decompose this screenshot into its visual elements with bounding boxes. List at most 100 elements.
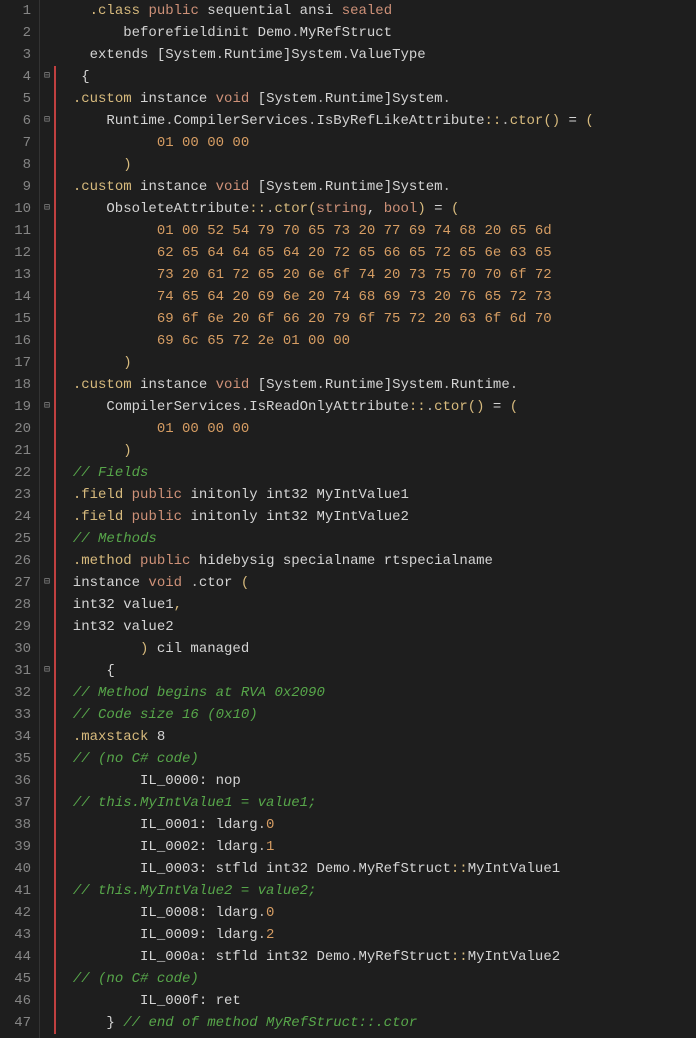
code-line[interactable]: extends [System.Runtime]System.ValueType xyxy=(56,44,696,66)
code-editor[interactable]: .class public sequential ansi sealed bef… xyxy=(54,0,696,1038)
line-number: 3 xyxy=(8,44,31,66)
fold-gutter: ⊟ ⊟ ⊟ ⊟ ⊟ ⊟ xyxy=(40,0,54,1038)
fold-marker xyxy=(40,968,54,990)
code-line[interactable]: // (no C# code) xyxy=(54,968,696,990)
code-line[interactable]: 01 00 00 00 xyxy=(54,418,696,440)
line-number: 19 xyxy=(8,396,31,418)
code-line[interactable]: IL_0002: ldarg.1 xyxy=(54,836,696,858)
fold-marker xyxy=(40,0,54,22)
fold-marker xyxy=(40,132,54,154)
code-line[interactable]: ) cil managed xyxy=(54,638,696,660)
code-line[interactable]: 01 00 52 54 79 70 65 73 20 77 69 74 68 2… xyxy=(54,220,696,242)
line-number: 46 xyxy=(8,990,31,1012)
fold-marker xyxy=(40,946,54,968)
code-line[interactable]: Runtime.CompilerServices.IsByRefLikeAttr… xyxy=(54,110,696,132)
line-number: 33 xyxy=(8,704,31,726)
line-number: 6 xyxy=(8,110,31,132)
line-number: 24 xyxy=(8,506,31,528)
code-line[interactable]: 73 20 61 72 65 20 6e 6f 74 20 73 75 70 7… xyxy=(54,264,696,286)
line-number: 44 xyxy=(8,946,31,968)
code-line[interactable]: .custom instance void [System.Runtime]Sy… xyxy=(54,176,696,198)
code-line[interactable]: .method public hidebysig specialname rts… xyxy=(54,550,696,572)
fold-marker xyxy=(40,220,54,242)
code-line[interactable]: int32 value1, xyxy=(54,594,696,616)
code-line[interactable]: .maxstack 8 xyxy=(54,726,696,748)
code-line[interactable]: // Code size 16 (0x10) xyxy=(54,704,696,726)
line-number: 37 xyxy=(8,792,31,814)
code-line[interactable]: // Methods xyxy=(54,528,696,550)
code-line[interactable]: ) xyxy=(54,352,696,374)
code-line[interactable]: // (no C# code) xyxy=(54,748,696,770)
code-line[interactable]: 69 6c 65 72 2e 01 00 00 xyxy=(54,330,696,352)
fold-marker xyxy=(40,902,54,924)
line-number: 28 xyxy=(8,594,31,616)
code-line[interactable]: ) xyxy=(54,440,696,462)
code-line[interactable]: IL_0001: ldarg.0 xyxy=(54,814,696,836)
line-number: 45 xyxy=(8,968,31,990)
code-line[interactable]: IL_0000: nop xyxy=(54,770,696,792)
fold-marker xyxy=(40,770,54,792)
code-line[interactable]: { xyxy=(54,66,696,88)
fold-marker[interactable]: ⊟ xyxy=(40,198,54,220)
code-line[interactable]: // Fields xyxy=(54,462,696,484)
line-number-gutter: 1234567891011121314151617181920212223242… xyxy=(0,0,40,1038)
fold-marker xyxy=(40,286,54,308)
code-line[interactable]: .custom instance void [System.Runtime]Sy… xyxy=(54,374,696,396)
fold-marker xyxy=(40,990,54,1012)
code-line[interactable]: .field public initonly int32 MyIntValue2 xyxy=(54,506,696,528)
code-line[interactable]: } // end of method MyRefStruct::.ctor xyxy=(54,1012,696,1034)
line-number: 11 xyxy=(8,220,31,242)
code-line[interactable]: IL_0003: stfld int32 Demo.MyRefStruct::M… xyxy=(54,858,696,880)
code-line[interactable]: ObsoleteAttribute::.ctor(string, bool) =… xyxy=(54,198,696,220)
code-line[interactable]: 62 65 64 64 65 64 20 72 65 66 65 72 65 6… xyxy=(54,242,696,264)
fold-marker xyxy=(40,374,54,396)
fold-marker xyxy=(40,880,54,902)
code-line[interactable]: ) xyxy=(54,154,696,176)
code-line[interactable]: 74 65 64 20 69 6e 20 74 68 69 73 20 76 6… xyxy=(54,286,696,308)
code-line[interactable]: IL_000a: stfld int32 Demo.MyRefStruct::M… xyxy=(54,946,696,968)
code-line[interactable]: { xyxy=(54,660,696,682)
code-line[interactable]: .field public initonly int32 MyIntValue1 xyxy=(54,484,696,506)
fold-marker[interactable]: ⊟ xyxy=(40,660,54,682)
fold-marker xyxy=(40,748,54,770)
line-number: 34 xyxy=(8,726,31,748)
line-number: 21 xyxy=(8,440,31,462)
line-number: 36 xyxy=(8,770,31,792)
line-number: 9 xyxy=(8,176,31,198)
line-number: 40 xyxy=(8,858,31,880)
code-line[interactable]: instance void .ctor ( xyxy=(54,572,696,594)
fold-marker xyxy=(40,352,54,374)
code-line[interactable]: .custom instance void [System.Runtime]Sy… xyxy=(54,88,696,110)
line-number: 29 xyxy=(8,616,31,638)
code-line[interactable]: 69 6f 6e 20 6f 66 20 79 6f 75 72 20 63 6… xyxy=(54,308,696,330)
fold-marker xyxy=(40,924,54,946)
fold-marker[interactable]: ⊟ xyxy=(40,572,54,594)
fold-marker[interactable]: ⊟ xyxy=(40,66,54,88)
fold-marker xyxy=(40,154,54,176)
fold-marker xyxy=(40,176,54,198)
code-line[interactable]: IL_0008: ldarg.0 xyxy=(54,902,696,924)
fold-marker xyxy=(40,638,54,660)
fold-marker xyxy=(40,1012,54,1034)
code-line[interactable]: // this.MyIntValue2 = value2; xyxy=(54,880,696,902)
code-line[interactable]: // this.MyIntValue1 = value1; xyxy=(54,792,696,814)
line-number: 5 xyxy=(8,88,31,110)
code-line[interactable]: int32 value2 xyxy=(54,616,696,638)
fold-marker xyxy=(40,462,54,484)
code-line[interactable]: beforefieldinit Demo.MyRefStruct xyxy=(56,22,696,44)
line-number: 17 xyxy=(8,352,31,374)
fold-marker[interactable]: ⊟ xyxy=(40,396,54,418)
code-line[interactable]: CompilerServices.IsReadOnlyAttribute::.c… xyxy=(54,396,696,418)
line-number: 15 xyxy=(8,308,31,330)
fold-marker xyxy=(40,418,54,440)
code-line[interactable]: .class public sequential ansi sealed xyxy=(56,0,696,22)
fold-marker xyxy=(40,88,54,110)
code-line[interactable]: 01 00 00 00 xyxy=(54,132,696,154)
line-number: 23 xyxy=(8,484,31,506)
line-number: 43 xyxy=(8,924,31,946)
code-line[interactable]: IL_0009: ldarg.2 xyxy=(54,924,696,946)
fold-marker[interactable]: ⊟ xyxy=(40,110,54,132)
fold-marker xyxy=(40,330,54,352)
code-line[interactable]: // Method begins at RVA 0x2090 xyxy=(54,682,696,704)
code-line[interactable]: IL_000f: ret xyxy=(54,990,696,1012)
